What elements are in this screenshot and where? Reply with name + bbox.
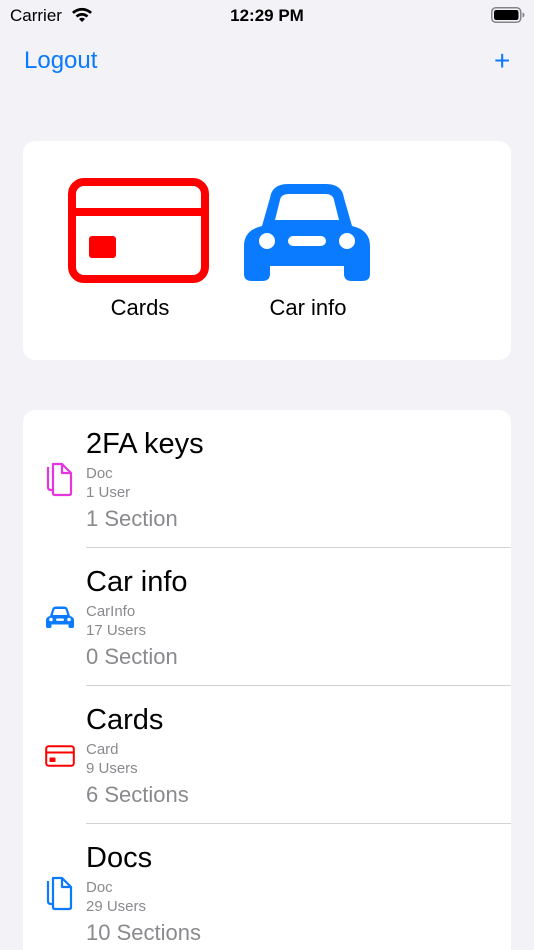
- item-sections: 10 Sections: [86, 920, 201, 945]
- item-users: 17 Users: [86, 622, 147, 639]
- item-type: Doc: [86, 879, 113, 896]
- item-sections: 1 Section: [86, 506, 178, 531]
- doc-icon: [45, 461, 75, 497]
- item-sections: 0 Section: [86, 644, 178, 669]
- credit-card-icon: [45, 745, 75, 781]
- list-item-car-info[interactable]: Car info CarInfo 17 Users 0 Section: [23, 548, 511, 686]
- item-list: 2FA keys Doc 1 User 1 Section Car info C…: [23, 410, 511, 950]
- item-title: Cards: [86, 704, 164, 736]
- item-users: 9 Users: [86, 760, 138, 777]
- favorite-label: Cards: [110, 295, 170, 320]
- favorite-car-info[interactable]: Car info: [228, 141, 388, 360]
- battery-icon: [491, 7, 525, 28]
- favorites-card: Cards Car info: [23, 141, 511, 360]
- add-button[interactable]: +: [494, 44, 510, 78]
- item-type: Doc: [86, 465, 113, 482]
- favorite-label: Car info: [269, 295, 347, 320]
- item-type: CarInfo: [86, 603, 136, 620]
- item-title: Car info: [86, 566, 188, 598]
- logout-button[interactable]: Logout: [24, 47, 97, 75]
- credit-card-icon: [68, 178, 209, 288]
- item-title: 2FA keys: [86, 428, 204, 460]
- status-bar: Carrier 12:29 PM: [0, 0, 534, 32]
- item-type: Card: [86, 741, 119, 758]
- item-users: 29 Users: [86, 898, 147, 915]
- item-title: Docs: [86, 842, 153, 874]
- item-sections: 6 Sections: [86, 782, 189, 807]
- car-icon: [45, 605, 75, 641]
- list-item-docs[interactable]: Docs Doc 29 Users 10 Sections: [23, 824, 511, 950]
- list-item-cards[interactable]: Cards Card 9 Users 6 Sections: [23, 686, 511, 824]
- favorite-cards[interactable]: Cards: [60, 141, 220, 360]
- item-users: 1 User: [86, 484, 131, 501]
- status-time: 12:29 PM: [230, 6, 304, 25]
- list-item-2fa-keys[interactable]: 2FA keys Doc 1 User 1 Section: [23, 410, 511, 548]
- doc-icon: [45, 875, 75, 911]
- car-icon: [240, 178, 374, 289]
